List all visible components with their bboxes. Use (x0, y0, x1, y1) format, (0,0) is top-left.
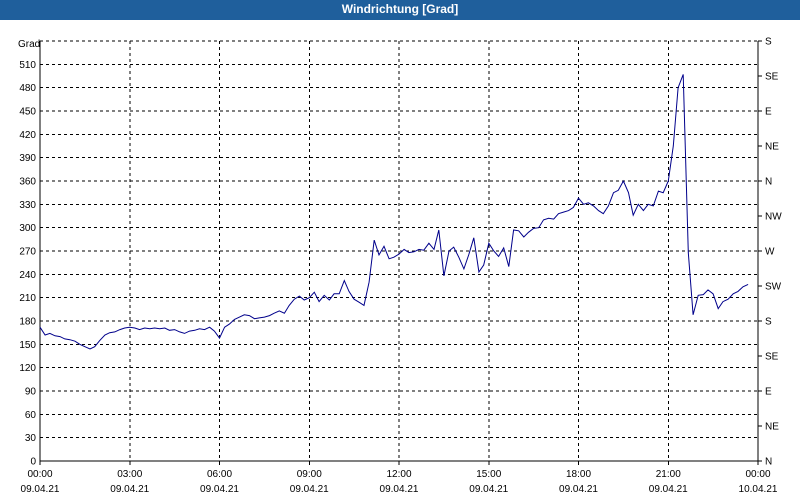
y-tick-label: 390 (19, 153, 36, 164)
right-tick-label: SW (765, 282, 782, 293)
y-tick-label: 480 (19, 83, 36, 94)
y-tick-label: 360 (19, 177, 36, 188)
x-tick-date: 09.04.21 (380, 484, 419, 495)
x-tick-date: 09.04.21 (469, 484, 508, 495)
x-tick-date: 09.04.21 (200, 484, 239, 495)
tick-labels: 0 30 60 90 120 150 180 210 240 270 300 330 360 390 420… (18, 37, 782, 496)
right-tick-label: NE (765, 422, 779, 433)
x-tick-time: 12:00 (386, 469, 411, 480)
y-tick-label: 30 (25, 433, 37, 444)
chart-title-bar: Windrichtung [Grad] (0, 0, 800, 20)
x-tick-time: 06:00 (207, 469, 232, 480)
x-tick-date: 09.04.21 (21, 484, 60, 495)
y-tick-label: 60 (25, 410, 37, 421)
wind-direction-line (39, 74, 749, 350)
y-tick-label: 150 (19, 340, 36, 351)
y-tick-label: 210 (19, 293, 36, 304)
x-tick-time: 18:00 (566, 469, 591, 480)
y-tick-label: 450 (19, 107, 36, 118)
y-tick-label: 420 (19, 130, 36, 141)
x-tick-time: 00:00 (745, 469, 770, 480)
right-tick-label: W (765, 247, 775, 258)
x-tick-time: 15:00 (476, 469, 501, 480)
y-tick-label: 240 (19, 270, 36, 281)
y-tick-label: 120 (19, 363, 36, 374)
y-tick-label: 180 (19, 317, 36, 328)
right-tick-label: NW (765, 212, 782, 223)
x-tick-date: 10.04.21 (739, 484, 778, 495)
right-tick-label: SE (765, 72, 779, 83)
right-tick-label: N (765, 457, 772, 468)
window-title: Windrichtung [Grad] (341, 2, 459, 16)
y-tick-label: 270 (19, 247, 36, 258)
right-tick-label: S (765, 37, 772, 48)
grid (40, 40, 758, 461)
x-tick-time: 21:00 (656, 469, 681, 480)
right-tick-label: SE (765, 352, 779, 363)
x-tick-date: 09.04.21 (649, 484, 688, 495)
right-tick-label: E (765, 387, 772, 398)
x-tick-time: 03:00 (117, 469, 142, 480)
y-tick-label: 90 (25, 387, 37, 398)
x-tick-date: 09.04.21 (559, 484, 598, 495)
right-tick-label: NE (765, 142, 779, 153)
x-tick-time: 09:00 (297, 469, 322, 480)
y-tick-label: 510 (19, 60, 36, 71)
wind-direction-chart: 0 30 60 90 120 150 180 210 240 270 300 330 360 390 420… (18, 37, 782, 496)
series-layer (39, 74, 749, 350)
right-tick-label: N (765, 177, 772, 188)
y-tick-label: 0 (30, 457, 36, 468)
right-tick-label: S (765, 317, 772, 328)
x-tick-time: 00:00 (27, 469, 52, 480)
x-tick-date: 09.04.21 (290, 484, 329, 495)
y-tick-label: 330 (19, 200, 36, 211)
x-tick-date: 09.04.21 (110, 484, 149, 495)
y-axis-label: Grad (18, 39, 40, 50)
right-tick-label: E (765, 107, 772, 118)
axes (39, 40, 762, 465)
y-tick-label: 300 (19, 223, 36, 234)
